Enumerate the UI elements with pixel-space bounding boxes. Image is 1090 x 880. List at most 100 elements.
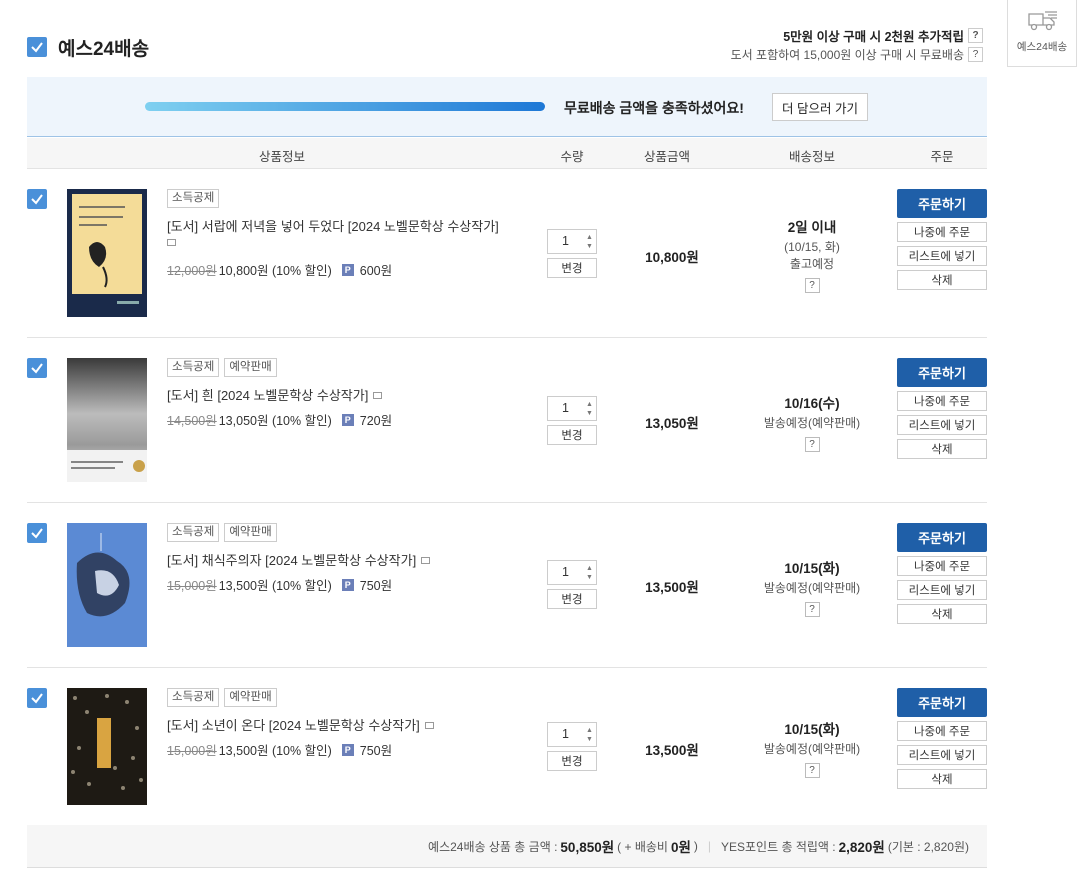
point-icon: P xyxy=(341,578,354,591)
stepper-arrows-icon[interactable]: ▲ ▼ xyxy=(583,723,596,746)
item-checkbox[interactable] xyxy=(27,358,47,378)
shipping-info: 10/16(수) 발송예정(예약판매) ? xyxy=(763,396,861,452)
quantity-stepper[interactable]: 1 ▲ ▼ xyxy=(547,722,597,747)
item-actions: 주문하기 나중에 주문 리스트에 넣기 삭제 xyxy=(897,688,987,789)
divider: | xyxy=(707,839,711,853)
item-amount: 10,800원 xyxy=(645,250,699,265)
delete-button[interactable]: 삭제 xyxy=(897,439,987,459)
item-actions: 주문하기 나중에 주문 리스트에 넣기 삭제 xyxy=(897,189,987,290)
tag-badge: 소득공제 xyxy=(167,523,220,542)
help-icon[interactable]: ? xyxy=(968,47,983,62)
truck-icon xyxy=(1028,11,1057,31)
item-amount: 13,050원 xyxy=(645,416,699,431)
order-later-button[interactable]: 나중에 주문 xyxy=(897,222,987,242)
item-amount: 13,500원 xyxy=(645,743,699,758)
book-cover[interactable] xyxy=(67,523,147,647)
book-cover[interactable] xyxy=(67,358,147,482)
order-button[interactable]: 주문하기 xyxy=(897,189,987,218)
delete-button[interactable]: 삭제 xyxy=(897,769,987,789)
help-icon[interactable]: ? xyxy=(804,437,820,452)
book-cover[interactable] xyxy=(67,189,147,317)
banner-message: 무료배송 금액을 충족하셨어요! xyxy=(564,100,744,116)
points-base: (기본 : 2,820원) xyxy=(887,839,969,854)
quantity-change-button[interactable]: 변경 xyxy=(547,425,597,445)
side-tab-label: 예스24배송 xyxy=(1016,41,1068,53)
item-title[interactable]: [도서] 채식주의자 [2024 노벨문학상 수상작가] xyxy=(167,550,431,569)
help-icon[interactable]: ? xyxy=(804,763,820,778)
yes24-delivery-tab[interactable]: 예스24배송 xyxy=(1007,0,1077,67)
table-row: 소득공제 예약판매 [도서] 소년이 온다 [2024 노벨문학상 수상작가] … xyxy=(27,669,987,825)
order-button[interactable]: 주문하기 xyxy=(897,688,987,717)
delete-button[interactable]: 삭제 xyxy=(897,270,987,290)
table-header: 상품정보 수량 상품금액 배송정보 주문 xyxy=(27,138,987,169)
order-button[interactable]: 주문하기 xyxy=(897,523,987,552)
book-cover[interactable] xyxy=(67,688,147,805)
item-title[interactable]: [도서] 서랍에 저녁을 넣어 두었다 [2024 노벨문학상 수상작가] xyxy=(167,216,499,246)
col-qty: 수량 xyxy=(560,150,584,164)
col-shipping: 배송정보 xyxy=(788,150,836,164)
col-order: 주문 xyxy=(930,150,954,164)
free-shipping-progress-bar xyxy=(145,102,545,111)
item-checkbox[interactable] xyxy=(27,523,47,543)
select-all-checkbox[interactable] xyxy=(27,37,47,57)
help-icon[interactable]: ? xyxy=(968,28,983,43)
add-to-list-button[interactable]: 리스트에 넣기 xyxy=(897,745,987,765)
col-product: 상품정보 xyxy=(258,150,306,164)
new-window-icon[interactable] xyxy=(421,557,431,565)
tag-badge: 예약판매 xyxy=(224,523,277,542)
quantity-change-button[interactable]: 변경 xyxy=(547,258,597,278)
shipping-fee: 0원 xyxy=(670,840,691,855)
help-icon[interactable]: ? xyxy=(804,602,820,617)
add-to-list-button[interactable]: 리스트에 넣기 xyxy=(897,415,987,435)
new-window-icon[interactable] xyxy=(167,239,176,246)
tag-badge: 예약판매 xyxy=(224,688,277,707)
tag-badge: 소득공제 xyxy=(167,358,220,377)
help-icon[interactable]: ? xyxy=(804,278,820,293)
point-icon: P xyxy=(341,743,354,756)
free-shipping-banner: 무료배송 금액을 충족하셨어요! 더 담으러 가기 xyxy=(27,77,987,137)
table-row: 소득공제 예약판매 [도서] 채식주의자 [2024 노벨문학상 수상작가] 1… xyxy=(27,504,987,668)
order-later-button[interactable]: 나중에 주문 xyxy=(897,721,987,741)
shop-more-button[interactable]: 더 담으러 가기 xyxy=(772,93,868,121)
item-checkbox[interactable] xyxy=(27,688,47,708)
stepper-arrows-icon[interactable]: ▲ ▼ xyxy=(583,397,596,420)
order-summary: 예스24배송 상품 총 금액 :50,850원 ( + 배송비 0원) | YES… xyxy=(27,825,987,868)
order-later-button[interactable]: 나중에 주문 xyxy=(897,556,987,576)
item-title[interactable]: [도서] 소년이 온다 [2024 노벨문학상 수상작가] xyxy=(167,715,434,734)
check-icon xyxy=(31,528,43,539)
quantity-stepper[interactable]: 1 ▲ ▼ xyxy=(547,396,597,421)
stepper-arrows-icon[interactable]: ▲ ▼ xyxy=(583,561,596,584)
delete-button[interactable]: 삭제 xyxy=(897,604,987,624)
extra-points-info: 5만원 이상 구매 시 2천원 추가적립? xyxy=(783,26,983,45)
new-window-icon[interactable] xyxy=(424,722,434,730)
check-icon xyxy=(31,42,43,53)
order-button[interactable]: 주문하기 xyxy=(897,358,987,387)
item-actions: 주문하기 나중에 주문 리스트에 넣기 삭제 xyxy=(897,358,987,459)
add-to-list-button[interactable]: 리스트에 넣기 xyxy=(897,246,987,266)
quantity-change-button[interactable]: 변경 xyxy=(547,751,597,771)
item-actions: 주문하기 나중에 주문 리스트에 넣기 삭제 xyxy=(897,523,987,624)
tag-list: 소득공제 예약판매 xyxy=(167,523,277,542)
tag-list: 소득공제 예약판매 xyxy=(167,688,277,707)
tag-list: 소득공제 xyxy=(167,189,220,208)
shipping-info: 10/15(화) 발송예정(예약판매) ? xyxy=(763,561,861,617)
quantity-stepper[interactable]: 1 ▲ ▼ xyxy=(547,229,597,254)
table-row: 소득공제 예약판매 [도서] 흰 [2024 노벨문학상 수상작가] 14,50… xyxy=(27,339,987,503)
stepper-arrows-icon[interactable]: ▲ ▼ xyxy=(583,230,596,253)
item-title[interactable]: [도서] 흰 [2024 노벨문학상 수상작가] xyxy=(167,385,383,404)
item-checkbox[interactable] xyxy=(27,189,47,209)
item-price: 12,000원 10,800원 (10% 할인) P 600원 xyxy=(167,263,393,278)
quantity-stepper[interactable]: 1 ▲ ▼ xyxy=(547,560,597,585)
add-to-list-button[interactable]: 리스트에 넣기 xyxy=(897,580,987,600)
tag-badge: 소득공제 xyxy=(167,688,220,707)
col-amount: 상품금액 xyxy=(643,150,691,164)
shipping-info: 10/15(화) 발송예정(예약판매) ? xyxy=(763,722,861,778)
check-icon xyxy=(31,363,43,374)
quantity-change-button[interactable]: 변경 xyxy=(547,589,597,609)
total-amount: 50,850원 xyxy=(560,840,615,855)
shipping-info: 2일 이내 (10/15, 화) 출고예정 ? xyxy=(784,220,840,293)
section-title: 예스24배송 xyxy=(58,39,150,60)
item-price: 15,000원 13,500원 (10% 할인) P 750원 xyxy=(167,578,393,593)
order-later-button[interactable]: 나중에 주문 xyxy=(897,391,987,411)
new-window-icon[interactable] xyxy=(373,392,383,400)
